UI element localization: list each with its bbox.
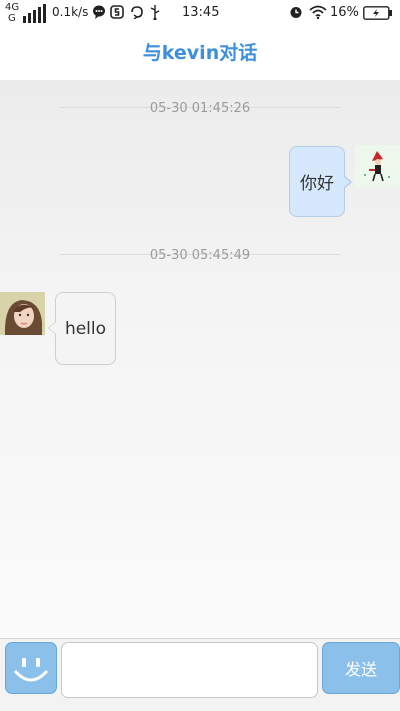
message-timestamp: 05-30 01:45:26	[149, 101, 251, 116]
avatar-image	[355, 145, 400, 188]
avatar[interactable]	[0, 292, 45, 335]
bubble-tail	[48, 321, 56, 335]
message-text: 你好	[300, 174, 334, 194]
network-sub: G	[8, 13, 16, 24]
usb-icon	[150, 5, 160, 20]
battery-icon	[363, 6, 392, 20]
signal-icon	[23, 4, 46, 23]
network-indicator: 4G G	[5, 2, 46, 24]
battery-percent: 16%	[330, 5, 359, 20]
title-bar: 与kevin对话	[0, 26, 400, 81]
timestamp-divider: 05-30 01:45:26	[60, 97, 340, 117]
smiley-icon	[13, 658, 49, 682]
message-bubble-outgoing[interactable]: 你好	[289, 146, 352, 217]
status-bar: 4G G 0.1k/s 13:45 16%	[0, 0, 400, 26]
bubble-tail	[343, 175, 352, 189]
message-input[interactable]	[61, 642, 318, 698]
sync-icon	[131, 6, 143, 19]
network-type: 4G	[5, 2, 20, 13]
clock: 13:45	[182, 5, 220, 20]
page-title: 与kevin对话	[142, 42, 258, 64]
message-text: hello	[64, 318, 107, 339]
timestamp-divider: 05-30 05:45:49	[60, 244, 340, 264]
emoji-button[interactable]	[5, 642, 57, 694]
avatar-image	[0, 292, 45, 335]
wifi-icon	[309, 5, 327, 19]
alarm-icon	[290, 7, 302, 18]
message-bubble-incoming[interactable]: hello	[48, 292, 116, 365]
s-app-icon	[110, 5, 124, 19]
input-bar: 发送	[0, 638, 400, 711]
message-timestamp: 05-30 05:45:49	[149, 248, 251, 263]
send-button[interactable]: 发送	[322, 642, 400, 694]
avatar[interactable]	[355, 145, 400, 188]
network-speed: 0.1k/s	[52, 5, 89, 19]
chat-icon	[93, 5, 105, 19]
